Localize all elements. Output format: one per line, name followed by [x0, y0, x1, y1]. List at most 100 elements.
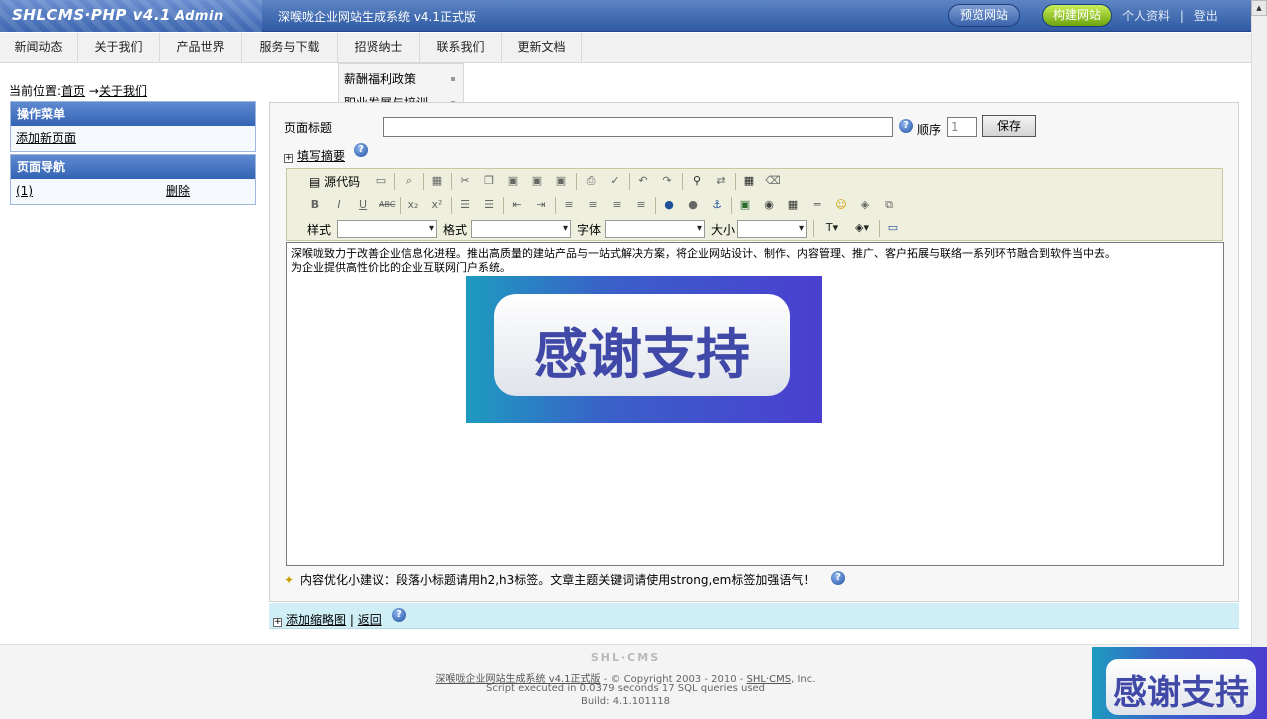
redo-icon[interactable]: ↷ — [659, 173, 675, 189]
logout-link[interactable]: 登出 — [1194, 9, 1218, 23]
corner-thanks-image: 感谢支持 — [1092, 647, 1267, 719]
table-icon[interactable]: ▦ — [785, 197, 801, 213]
find-icon[interactable]: ⚲ — [689, 173, 705, 189]
nav-item-products[interactable]: 产品世界 — [160, 33, 242, 63]
order-input[interactable]: 1 — [947, 117, 977, 137]
breadcrumb-current[interactable]: 关于我们 — [99, 84, 147, 98]
select-all-icon[interactable]: ▦ — [741, 173, 757, 189]
anchor-icon[interactable]: ⚓ — [709, 197, 725, 213]
align-left-icon[interactable]: ≡ — [561, 197, 577, 213]
font-select[interactable] — [605, 220, 705, 238]
page-title-input[interactable] — [383, 117, 893, 137]
help-icon[interactable]: ? — [831, 571, 845, 585]
expand-icon[interactable]: + — [273, 618, 282, 627]
source-code-button[interactable]: ▤ 源代码 — [309, 173, 360, 190]
style-label: 样式 — [307, 223, 332, 237]
paste-text-icon[interactable]: ▣ — [529, 173, 545, 189]
image-icon[interactable]: ▣ — [737, 197, 753, 213]
size-select[interactable] — [737, 220, 807, 238]
toolbar-separator — [451, 173, 452, 190]
horizontal-rule-icon[interactable]: ═ — [809, 197, 825, 213]
italic-icon[interactable]: I — [331, 197, 347, 213]
editor-content: 深喉咙致力于改善企业信息化进程。推出高质量的建站产品与一站式解决方案，将企业网站… — [291, 247, 1216, 275]
operation-menu-row: 添加新页面 — [11, 126, 255, 151]
unlink-icon[interactable]: ● — [685, 197, 701, 213]
back-link[interactable]: 返回 — [358, 613, 382, 627]
spellcheck-icon[interactable]: ✓ — [607, 173, 623, 189]
replace-icon[interactable]: ⇄ — [713, 173, 729, 189]
thumbnail-row: + 添加缩略图 | 返回 — [273, 611, 382, 628]
paste-icon[interactable]: ▣ — [505, 173, 521, 189]
content-paragraph: 为企业提供高性价比的企业互联网门户系统。 — [291, 261, 511, 274]
preview-site-button[interactable]: 预览网站 — [948, 4, 1020, 27]
add-thumbnail-link[interactable]: 添加缩略图 — [286, 613, 346, 627]
superscript-icon[interactable]: x² — [429, 197, 445, 213]
nav-item-contact[interactable]: 联系我们 — [420, 33, 502, 63]
special-char-icon[interactable]: ◈ — [857, 197, 873, 213]
background-color-icon[interactable]: ◈▾ — [849, 220, 875, 236]
numbered-list-icon[interactable]: ☰ — [457, 197, 473, 213]
strikethrough-icon[interactable]: ABC — [379, 197, 395, 213]
undo-icon[interactable]: ↶ — [635, 173, 651, 189]
text-color-icon[interactable]: T▾ — [819, 220, 845, 236]
toolbar-separator — [879, 220, 880, 237]
link-icon[interactable]: ● — [661, 197, 677, 213]
underline-icon[interactable]: U — [355, 197, 371, 213]
nav-item-about[interactable]: 关于我们 — [78, 33, 160, 63]
indent-icon[interactable]: ⇥ — [533, 197, 549, 213]
help-icon[interactable]: ? — [392, 608, 406, 622]
dropdown-item-salary[interactable]: 薪酬福利政策 — [344, 70, 416, 87]
top-separator: | — [1179, 9, 1184, 23]
summary-link[interactable]: 填写摘要 — [297, 149, 345, 163]
format-select[interactable] — [471, 220, 571, 238]
flash-icon[interactable]: ◉ — [761, 197, 777, 213]
page-navigation: 页面导航 (1) 删除 — [10, 154, 256, 205]
preview-icon[interactable]: ⌕ — [401, 173, 417, 189]
delete-page-link[interactable]: 删除 — [166, 179, 190, 204]
bold-icon[interactable]: B — [307, 197, 323, 213]
page-break-icon[interactable]: ⧉ — [881, 197, 897, 213]
nav-item-news[interactable]: 新闻动态 — [0, 33, 78, 63]
expand-icon[interactable]: + — [284, 154, 293, 163]
print-icon[interactable]: ⎙ — [583, 173, 599, 189]
subscript-icon[interactable]: x₂ — [405, 197, 421, 213]
dropdown-bullet-icon — [451, 77, 455, 81]
paste-word-icon[interactable]: ▣ — [553, 173, 569, 189]
breadcrumb-home[interactable]: 首页 — [61, 84, 85, 98]
maximize-icon[interactable]: ▭ — [885, 220, 901, 236]
align-justify-icon[interactable]: ≡ — [633, 197, 649, 213]
vertical-scrollbar[interactable] — [1251, 16, 1267, 719]
save-button[interactable]: 保存 — [982, 115, 1036, 137]
templates-icon[interactable]: ▦ — [429, 173, 445, 189]
help-icon[interactable]: ? — [899, 119, 913, 133]
thanks-image[interactable]: 感谢支持 — [466, 276, 822, 423]
remove-format-icon[interactable]: ⌫ — [765, 173, 781, 189]
nav-item-services[interactable]: 服务与下载 — [242, 33, 338, 63]
footer: SHL·CMS 深喉咙企业网站生成系统 v4.1正式版 - © Copyrigh… — [0, 644, 1251, 719]
style-select[interactable] — [337, 220, 437, 238]
nav-item-docs[interactable]: 更新文档 — [502, 33, 582, 63]
corner-thanks-card: 感谢支持 — [1106, 659, 1256, 715]
profile-link[interactable]: 个人资料 — [1122, 9, 1170, 23]
thanks-image-text: 感谢支持 — [534, 323, 750, 386]
nav-item-jobs[interactable]: 招贤纳士 — [338, 33, 420, 63]
editor-content-area[interactable]: 深喉咙致力于改善企业信息化进程。推出高质量的建站产品与一站式解决方案，将企业网站… — [286, 242, 1224, 566]
cut-icon[interactable]: ✂ — [457, 173, 473, 189]
size-label: 大小 — [711, 223, 736, 237]
align-center-icon[interactable]: ≡ — [585, 197, 601, 213]
bullet-list-icon[interactable]: ☰ — [481, 197, 497, 213]
toolbar-separator — [731, 197, 732, 214]
add-page-link[interactable]: 添加新页面 — [16, 131, 76, 145]
align-right-icon[interactable]: ≡ — [609, 197, 625, 213]
outdent-icon[interactable]: ⇤ — [509, 197, 525, 213]
save-doc-icon[interactable]: ▭ — [373, 173, 389, 189]
main-nav: 新闻动态 关于我们 产品世界 服务与下载 招贤纳士 联系我们 更新文档 — [0, 33, 1251, 63]
help-icon[interactable]: ? — [354, 143, 368, 157]
smiley-icon[interactable]: ☺ — [833, 197, 849, 213]
top-banner: SHLCMS·PHP v4.1 Admin 深喉咙企业网站生成系统 v4.1正式版… — [0, 0, 1251, 32]
copy-icon[interactable]: ❐ — [481, 173, 497, 189]
page-item-link[interactable]: (1) — [16, 184, 33, 198]
scroll-up-arrow-icon[interactable]: ▲ — [1251, 0, 1267, 16]
toolbar-separator — [400, 197, 401, 214]
build-site-button[interactable]: 构建网站 — [1042, 4, 1112, 27]
